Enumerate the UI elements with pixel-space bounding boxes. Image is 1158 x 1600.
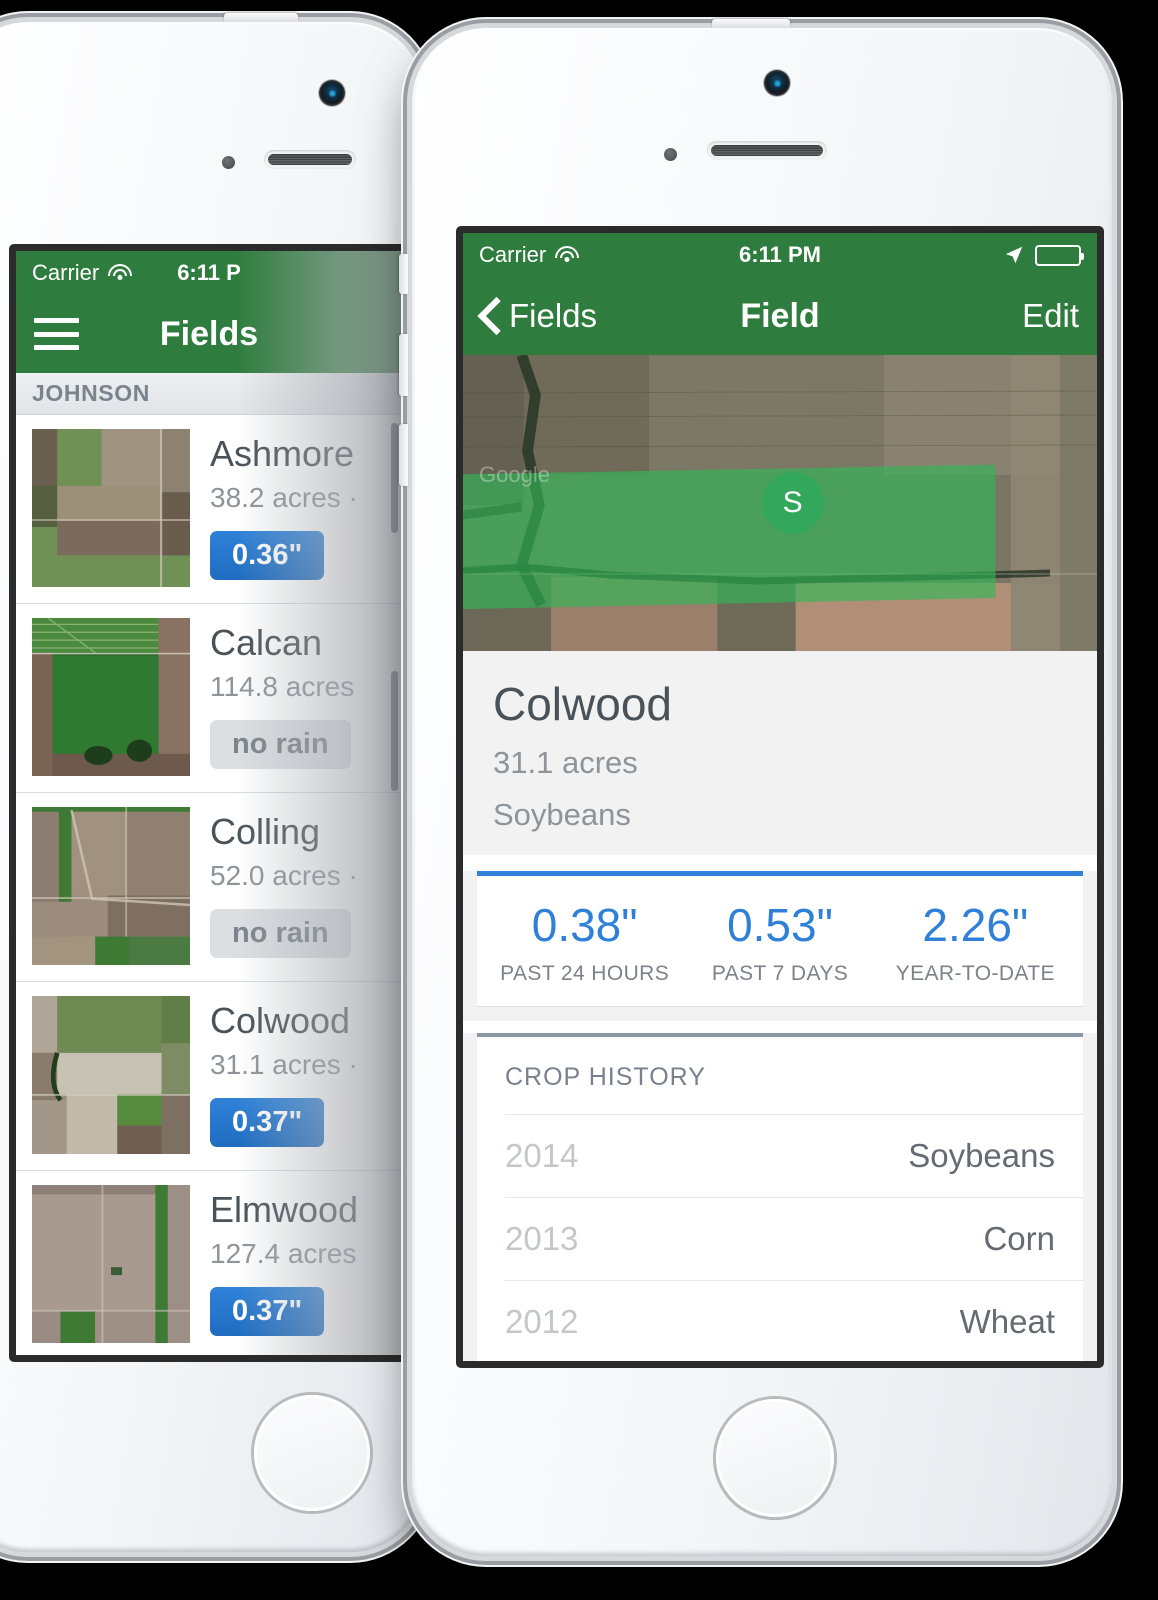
right-status-indicators bbox=[1003, 244, 1084, 266]
section-header-johnson: JOHNSON bbox=[16, 373, 402, 415]
field-name: Colwood bbox=[493, 678, 672, 730]
list-item-body: Calcan 114.8 acres no rain bbox=[210, 618, 354, 769]
list-item[interactable]: Colling 52.0 acres · no rain bbox=[16, 793, 402, 982]
field-acres: 38.2 acres · bbox=[210, 482, 358, 513]
right-nav-bar: Fields Field Edit bbox=[463, 277, 1097, 355]
earpiece-speaker-left-phone bbox=[264, 150, 356, 169]
rain-badge: no rain bbox=[210, 909, 351, 958]
left-phone-screen: Carrier 6:11 P Fields JOHNSON Ashmore 38… bbox=[9, 244, 409, 1362]
field-crop: Soybeans bbox=[493, 797, 631, 832]
volume-up-button-right-phone[interactable] bbox=[399, 334, 408, 396]
right-carrier-label: Carrier bbox=[479, 242, 547, 267]
rain-stat-label: PAST 24 HOURS bbox=[500, 962, 670, 985]
field-name: Ashmore bbox=[210, 433, 355, 474]
table-row[interactable]: 2014 Soybeans bbox=[505, 1114, 1083, 1197]
field-map[interactable]: S Google bbox=[463, 355, 1097, 651]
wifi-icon bbox=[108, 264, 133, 282]
list-item-body: Colling 52.0 acres · no rain bbox=[210, 807, 358, 958]
volume-down-button-right-phone[interactable] bbox=[399, 424, 408, 486]
earpiece-speaker-right-phone bbox=[707, 141, 827, 160]
map-attribution: Google bbox=[479, 461, 550, 487]
hamburger-icon[interactable] bbox=[34, 318, 79, 350]
field-name: Calcan bbox=[210, 622, 323, 663]
edit-button[interactable]: Edit bbox=[1022, 297, 1079, 335]
rain-card-wrap: 0.38" PAST 24 HOURS 0.53" PAST 7 DAYS 2.… bbox=[463, 871, 1097, 1021]
back-button[interactable]: Fields bbox=[481, 297, 597, 335]
list-item-body: Colwood 31.1 acres · 0.37" bbox=[210, 996, 358, 1147]
rain-badge: no rain bbox=[210, 720, 351, 769]
right-status-bar: Carrier 6:11 PM bbox=[463, 233, 1097, 277]
proximity-sensor-left-phone bbox=[222, 156, 235, 169]
field-pin[interactable]: S bbox=[761, 472, 824, 534]
power-button-right-phone[interactable] bbox=[712, 19, 790, 28]
fields-list[interactable]: Ashmore 38.2 acres · 0.36" Calcan 114.8 … bbox=[16, 415, 402, 1355]
field-thumbnail bbox=[32, 618, 190, 776]
list-item[interactable]: Calcan 114.8 acres no rain bbox=[16, 604, 402, 793]
crop-history-title: CROP HISTORY bbox=[505, 1063, 706, 1091]
list-scrollbar[interactable] bbox=[391, 423, 398, 533]
crop-history-year: 2013 bbox=[505, 1220, 579, 1257]
crop-history-crop: Corn bbox=[983, 1220, 1055, 1257]
list-item[interactable]: Colwood 31.1 acres · 0.37" bbox=[16, 982, 402, 1171]
left-carrier-label: Carrier bbox=[32, 260, 100, 285]
back-button-label: Fields bbox=[509, 297, 598, 334]
right-phone-screen: Carrier 6:11 PM Fields Field Edit S Goog… bbox=[456, 226, 1104, 1368]
left-phone-device: Carrier 6:11 P Fields JOHNSON Ashmore 38… bbox=[0, 13, 424, 1552]
rain-badge: 0.37" bbox=[210, 1287, 325, 1336]
field-acres: 114.8 acres bbox=[210, 671, 355, 702]
list-item[interactable]: Elmwood 127.4 acres 0.37" bbox=[16, 1171, 402, 1355]
list-item-body: Ashmore 38.2 acres · 0.36" bbox=[210, 429, 358, 580]
crop-history-crop: Wheat bbox=[959, 1303, 1055, 1340]
field-acres: 31.1 acres · bbox=[210, 1049, 358, 1080]
wifi-icon bbox=[555, 246, 580, 264]
crop-history-wrap: CROP HISTORY 2014 Soybeans 2013 Corn 201… bbox=[463, 1033, 1097, 1361]
list-item-body: Elmwood 127.4 acres 0.37" bbox=[210, 1185, 358, 1336]
field-acres: 31.1 acres bbox=[493, 745, 638, 780]
crop-history-year: 2014 bbox=[505, 1137, 579, 1174]
left-status-carrier-group: Carrier bbox=[32, 260, 133, 286]
right-phone-device: Carrier 6:11 PM Fields Field Edit S Goog… bbox=[399, 19, 1112, 1556]
battery-icon bbox=[1035, 244, 1084, 266]
crop-history-crop: Soybeans bbox=[908, 1137, 1055, 1174]
rain-stat-value: 0.38" bbox=[531, 899, 638, 951]
rain-stat-label: YEAR-TO-DATE bbox=[895, 962, 1055, 985]
rain-stat-past-7-days: 0.53" PAST 7 DAYS bbox=[682, 898, 877, 986]
field-name: Colling bbox=[210, 811, 321, 852]
table-row[interactable]: 2012 Wheat bbox=[505, 1280, 1083, 1361]
field-name: Colwood bbox=[210, 1000, 351, 1041]
table-row[interactable]: 2013 Corn bbox=[505, 1197, 1083, 1280]
power-button-left-phone[interactable] bbox=[224, 13, 298, 22]
proximity-sensor-right-phone bbox=[664, 148, 677, 161]
location-arrow-icon bbox=[1005, 246, 1023, 264]
rain-stat-label: PAST 7 DAYS bbox=[711, 962, 849, 985]
field-name: Elmwood bbox=[210, 1189, 359, 1230]
rain-stat-value: 2.26" bbox=[922, 899, 1029, 951]
front-camera-right-phone bbox=[764, 70, 790, 96]
rain-stat-year-to-date: 2.26" YEAR-TO-DATE bbox=[878, 898, 1073, 986]
rain-stat-past-24-hours: 0.38" PAST 24 HOURS bbox=[487, 898, 682, 986]
list-item[interactable]: Ashmore 38.2 acres · 0.36" bbox=[16, 415, 402, 604]
field-acres: 52.0 acres · bbox=[210, 860, 358, 891]
silent-switch-right-phone[interactable] bbox=[399, 254, 408, 294]
rain-badge: 0.36" bbox=[210, 531, 325, 580]
field-thumbnail bbox=[32, 1185, 190, 1343]
left-nav-bar: Fields bbox=[16, 295, 402, 373]
list-scrollbar[interactable] bbox=[391, 671, 398, 791]
field-acres: 127.4 acres bbox=[210, 1238, 357, 1269]
rain-badge: 0.37" bbox=[210, 1098, 325, 1147]
field-detail-header: Colwood 31.1 acres Soybeans bbox=[463, 651, 1097, 855]
chevron-left-icon bbox=[481, 299, 501, 333]
field-thumbnail bbox=[32, 429, 190, 587]
right-status-carrier-group: Carrier bbox=[479, 242, 580, 268]
crop-history-year: 2012 bbox=[505, 1303, 579, 1340]
home-button-right-phone[interactable] bbox=[713, 1396, 837, 1520]
front-camera-left-phone bbox=[319, 80, 345, 106]
home-button-left-phone[interactable] bbox=[251, 1392, 373, 1514]
crop-history-card: CROP HISTORY 2014 Soybeans 2013 Corn 201… bbox=[477, 1033, 1083, 1361]
field-thumbnail bbox=[32, 807, 190, 965]
left-status-bar: Carrier 6:11 P bbox=[16, 251, 402, 295]
field-thumbnail bbox=[32, 996, 190, 1154]
rain-stat-value: 0.53" bbox=[727, 899, 833, 951]
rainfall-summary-card: 0.38" PAST 24 HOURS 0.53" PAST 7 DAYS 2.… bbox=[477, 871, 1083, 1007]
